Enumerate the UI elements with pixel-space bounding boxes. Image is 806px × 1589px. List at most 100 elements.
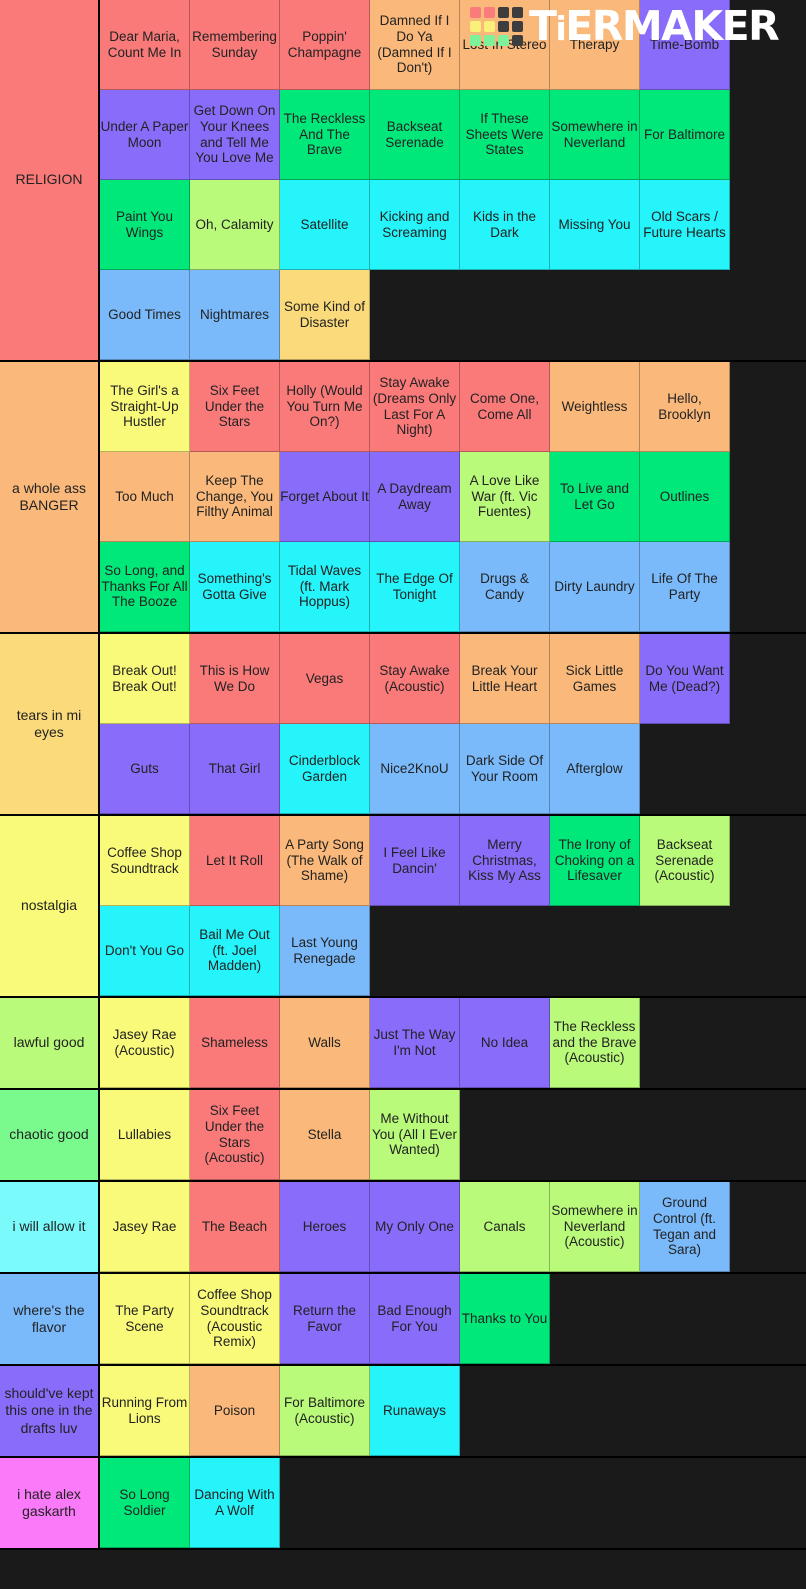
tier-item[interactable]: No Idea	[460, 998, 550, 1088]
tier-item[interactable]: Remembering Sunday	[190, 0, 280, 90]
tier-label[interactable]: chaotic good	[0, 1090, 100, 1180]
tier-item[interactable]: Last Young Renegade	[280, 906, 370, 996]
tier-item[interactable]: The Party Scene	[100, 1274, 190, 1364]
tier-item[interactable]: Coffee Shop Soundtrack	[100, 816, 190, 906]
tier-item[interactable]: Get Down On Your Knees and Tell Me You L…	[190, 90, 280, 180]
tier-item[interactable]: Backseat Serenade (Acoustic)	[640, 816, 730, 906]
tier-item[interactable]: Come One, Come All	[460, 362, 550, 452]
tier-item[interactable]: The Reckless and the Brave (Acoustic)	[550, 998, 640, 1088]
tier-item[interactable]: Weightless	[550, 362, 640, 452]
tier-item[interactable]: So Long, and Thanks For All The Booze	[100, 542, 190, 632]
tier-item[interactable]: Stay Awake (Acoustic)	[370, 634, 460, 724]
tier-item[interactable]: So Long Soldier	[100, 1458, 190, 1548]
tier-item[interactable]: Afterglow	[550, 724, 640, 814]
tier-item[interactable]: Forget About It	[280, 452, 370, 542]
tier-item[interactable]: Missing You	[550, 180, 640, 270]
tier-item[interactable]: For Baltimore (Acoustic)	[280, 1366, 370, 1456]
tier-item[interactable]: Good Times	[100, 270, 190, 360]
tier-item[interactable]: Old Scars / Future Hearts	[640, 180, 730, 270]
tier-item[interactable]: A Daydream Away	[370, 452, 460, 542]
tier-item[interactable]: Shameless	[190, 998, 280, 1088]
tier-label[interactable]: where's the flavor	[0, 1274, 100, 1364]
tier-label[interactable]: i will allow it	[0, 1182, 100, 1272]
tier-item[interactable]: Break Out! Break Out!	[100, 634, 190, 724]
tier-item[interactable]: Canals	[460, 1182, 550, 1272]
tier-item[interactable]: Satellite	[280, 180, 370, 270]
tier-item[interactable]: Just The Way I'm Not	[370, 998, 460, 1088]
tier-item[interactable]: Jasey Rae (Acoustic)	[100, 998, 190, 1088]
tier-item[interactable]: Drugs & Candy	[460, 542, 550, 632]
tier-item[interactable]: I Feel Like Dancin'	[370, 816, 460, 906]
tier-item[interactable]: If These Sheets Were States	[460, 90, 550, 180]
tier-item[interactable]: Somewhere in Neverland (Acoustic)	[550, 1182, 640, 1272]
tier-item[interactable]: Poppin' Champagne	[280, 0, 370, 90]
tier-item[interactable]: Bail Me Out (ft. Joel Madden)	[190, 906, 280, 996]
tier-item[interactable]: Do You Want Me (Dead?)	[640, 634, 730, 724]
tier-item[interactable]: Six Feet Under the Stars	[190, 362, 280, 452]
tier-label[interactable]: tears in mi eyes	[0, 634, 100, 814]
tier-item[interactable]: Some Kind of Disaster	[280, 270, 370, 360]
tier-item[interactable]: Guts	[100, 724, 190, 814]
tier-item[interactable]: For Baltimore	[640, 90, 730, 180]
tier-item[interactable]: Paint You Wings	[100, 180, 190, 270]
tier-item[interactable]: Therapy	[550, 0, 640, 90]
tier-item[interactable]: Me Without You (All I Ever Wanted)	[370, 1090, 460, 1180]
tier-item[interactable]: The Irony of Choking on a Lifesaver	[550, 816, 640, 906]
tier-item[interactable]: Jasey Rae	[100, 1182, 190, 1272]
tier-item[interactable]: Holly (Would You Turn Me On?)	[280, 362, 370, 452]
tier-label[interactable]: i hate alex gaskarth	[0, 1458, 100, 1548]
tier-item[interactable]: The Edge Of Tonight	[370, 542, 460, 632]
tier-item[interactable]: Under A Paper Moon	[100, 90, 190, 180]
tier-item[interactable]: Stella	[280, 1090, 370, 1180]
tier-item[interactable]: Nice2KnoU	[370, 724, 460, 814]
tier-item[interactable]: To Live and Let Go	[550, 452, 640, 542]
tier-item[interactable]: Sick Little Games	[550, 634, 640, 724]
tier-item[interactable]: Dancing With A Wolf	[190, 1458, 280, 1548]
tier-item[interactable]: My Only One	[370, 1182, 460, 1272]
tier-item[interactable]: Don't You Go	[100, 906, 190, 996]
tier-item[interactable]: Kids in the Dark	[460, 180, 550, 270]
tier-label[interactable]: a whole ass BANGER	[0, 362, 100, 632]
tier-item[interactable]: Outlines	[640, 452, 730, 542]
tier-item[interactable]: Coffee Shop Soundtrack (Acoustic Remix)	[190, 1274, 280, 1364]
tier-item[interactable]: Let It Roll	[190, 816, 280, 906]
tier-item[interactable]: Dark Side Of Your Room	[460, 724, 550, 814]
tier-item[interactable]: Tidal Waves (ft. Mark Hoppus)	[280, 542, 370, 632]
tier-item[interactable]: Something's Gotta Give	[190, 542, 280, 632]
tier-item[interactable]: Bad Enough For You	[370, 1274, 460, 1364]
tier-label[interactable]: should've kept this one in the drafts lu…	[0, 1366, 100, 1456]
tier-item[interactable]: Lullabies	[100, 1090, 190, 1180]
tier-item[interactable]: Somewhere in Neverland	[550, 90, 640, 180]
tier-item[interactable]: A Party Song (The Walk of Shame)	[280, 816, 370, 906]
tier-label[interactable]: RELIGION	[0, 0, 100, 360]
tier-item[interactable]: The Reckless And The Brave	[280, 90, 370, 180]
tier-item[interactable]: Too Much	[100, 452, 190, 542]
tier-item[interactable]: Lost In Stereo	[460, 0, 550, 90]
tier-label[interactable]: nostalgia	[0, 816, 100, 996]
tier-item[interactable]: Oh, Calamity	[190, 180, 280, 270]
tier-item[interactable]: Walls	[280, 998, 370, 1088]
tier-item[interactable]: Hello, Brooklyn	[640, 362, 730, 452]
tier-item[interactable]: Life Of The Party	[640, 542, 730, 632]
tier-item[interactable]: Cinderblock Garden	[280, 724, 370, 814]
tier-item[interactable]: The Girl's a Straight-Up Hustler	[100, 362, 190, 452]
tier-item[interactable]: That Girl	[190, 724, 280, 814]
tier-item[interactable]: Ground Control (ft. Tegan and Sara)	[640, 1182, 730, 1272]
tier-item[interactable]: The Beach	[190, 1182, 280, 1272]
tier-item[interactable]: Keep The Change, You Filthy Animal	[190, 452, 280, 542]
tier-item[interactable]: Dirty Laundry	[550, 542, 640, 632]
tier-item[interactable]: Running From Lions	[100, 1366, 190, 1456]
tier-item[interactable]: Merry Christmas, Kiss My Ass	[460, 816, 550, 906]
tier-item[interactable]: Backseat Serenade	[370, 90, 460, 180]
tier-item[interactable]: Heroes	[280, 1182, 370, 1272]
tier-item[interactable]: A Love Like War (ft. Vic Fuentes)	[460, 452, 550, 542]
tier-item[interactable]: This is How We Do	[190, 634, 280, 724]
tier-item[interactable]: Return the Favor	[280, 1274, 370, 1364]
tier-item[interactable]: Stay Awake (Dreams Only Last For A Night…	[370, 362, 460, 452]
tier-item[interactable]: Kicking and Screaming	[370, 180, 460, 270]
tier-item[interactable]: Dear Maria, Count Me In	[100, 0, 190, 90]
tier-item[interactable]: Vegas	[280, 634, 370, 724]
tier-item[interactable]: Poison	[190, 1366, 280, 1456]
tier-item[interactable]: Thanks to You	[460, 1274, 550, 1364]
tier-item[interactable]: Break Your Little Heart	[460, 634, 550, 724]
